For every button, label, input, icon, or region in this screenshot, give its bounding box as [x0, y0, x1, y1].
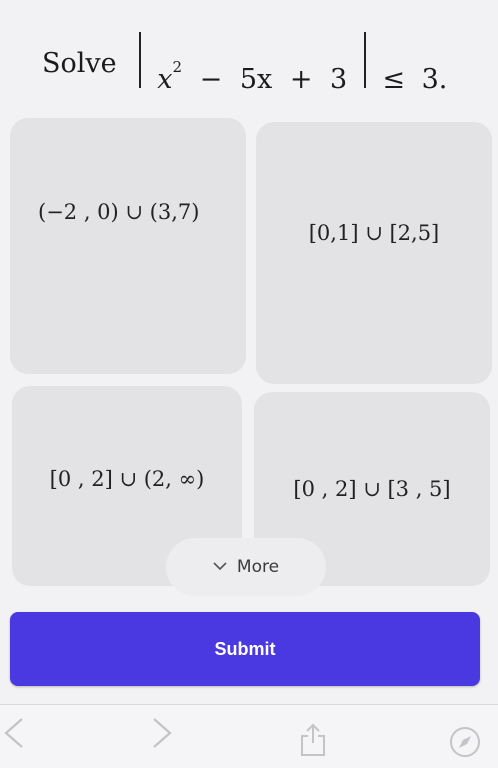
- share-icon[interactable]: [298, 723, 328, 761]
- rhs-value: 3.: [421, 63, 448, 95]
- answer-option-2[interactable]: [0,1] ∪ [2,5]: [256, 122, 492, 384]
- answer-option-label: [0 , 2] ∪ [3 , 5]: [293, 477, 451, 501]
- question-prefix: Solve: [42, 47, 117, 79]
- constant-3: 3: [330, 63, 348, 95]
- more-label: More: [236, 557, 280, 577]
- more-button[interactable]: More: [166, 538, 326, 596]
- submit-button[interactable]: Submit: [10, 612, 480, 686]
- relation-symbol: ≤: [382, 63, 406, 95]
- answer-option-label: [0 , 2] ∪ (2, ∞): [49, 467, 205, 491]
- inequality-expression: x2 − 5x + 3 ≤ 3.: [131, 31, 448, 95]
- compass-icon[interactable]: [448, 725, 482, 763]
- browser-toolbar: [0, 704, 498, 768]
- plus-sign: +: [289, 63, 313, 95]
- minus-sign: −: [199, 63, 223, 95]
- forward-chevron-icon[interactable]: [148, 715, 176, 755]
- chevron-down-icon: [213, 559, 227, 575]
- back-chevron-icon[interactable]: [0, 715, 28, 755]
- answer-option-label: (−2 , 0) ∪ (3,7): [38, 200, 200, 224]
- question-prompt: Solve x2 − 5x + 3 ≤ 3.: [42, 28, 482, 98]
- abs-bar-right: [363, 31, 366, 88]
- exponent: 2: [172, 57, 182, 76]
- answer-option-label: [0,1] ∪ [2,5]: [308, 221, 440, 245]
- submit-label: Submit: [214, 638, 276, 659]
- abs-bar-left: [138, 31, 141, 88]
- term-5x: 5x: [239, 63, 273, 95]
- answer-option-1[interactable]: (−2 , 0) ∪ (3,7): [10, 118, 246, 374]
- variable-x: x: [157, 63, 173, 95]
